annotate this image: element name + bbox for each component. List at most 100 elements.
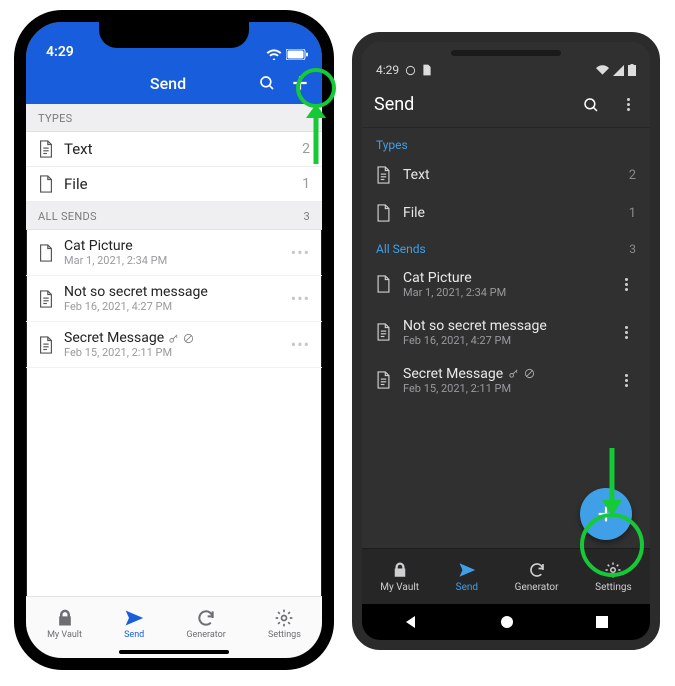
send-date: Mar 1, 2021, 2:34 PM [403,286,604,299]
section-count: 3 [629,242,636,256]
file-icon [376,275,391,293]
send-row[interactable]: Cat Picture Mar 1, 2021, 2:34 PM [362,260,650,308]
type-count: 1 [629,206,636,221]
send-name: Cat Picture [403,270,604,286]
section-header-all-sends: ALL SENDS 3 [26,202,322,230]
section-header-all-sends: All Sends 3 [362,232,650,260]
send-row[interactable]: Secret Message Feb 15, 2021, 2:11 PM ••• [26,322,322,368]
android-status-time: 4:29 [376,63,399,77]
page-title: Send [374,94,414,115]
tab-settings[interactable]: Settings [268,608,301,640]
more-button[interactable]: ••• [291,335,310,354]
plus-icon [595,503,617,525]
section-label: TYPES [38,112,72,125]
type-row-text[interactable]: Text 2 [26,132,322,167]
type-count: 1 [302,176,310,192]
tab-label: Generator [515,582,559,593]
more-button[interactable] [616,374,636,387]
send-texts: Cat Picture Mar 1, 2021, 2:34 PM [64,238,281,267]
send-name: Not so secret message [64,284,281,300]
add-button[interactable] [290,73,310,93]
plus-icon [290,73,310,93]
search-button[interactable] [258,74,276,92]
send-row[interactable]: Cat Picture Mar 1, 2021, 2:34 PM ••• [26,230,322,276]
type-row-text[interactable]: Text 2 [362,156,650,194]
notification-icon [422,64,432,76]
ios-header: Send [26,62,322,104]
send-name: Not so secret message [403,318,604,334]
file-icon [38,244,54,262]
android-status-bar: 4:29 [362,42,650,82]
tab-label: Send [124,630,144,640]
ios-notch [99,20,249,48]
send-date: Feb 16, 2021, 4:27 PM [403,334,604,347]
send-name: Secret Message [403,366,604,382]
battery-icon [628,64,636,76]
text-file-icon [38,336,54,354]
type-count: 2 [302,141,310,157]
type-label: File [403,205,617,221]
search-button[interactable] [582,96,600,114]
send-date: Feb 15, 2021, 2:11 PM [403,382,604,395]
tab-label: Send [456,582,478,593]
key-icon [508,368,519,379]
type-row-file[interactable]: File 1 [26,167,322,202]
dnd-icon [405,65,416,76]
type-count: 2 [629,168,636,183]
lock-icon [55,608,75,628]
tab-send[interactable]: Send [124,608,144,640]
send-row[interactable]: Not so secret message Feb 16, 2021, 4:27… [362,308,650,356]
type-row-file[interactable]: File 1 [362,194,650,232]
paper-plane-icon [124,608,144,628]
tab-label: My Vault [47,630,82,640]
more-button[interactable]: ••• [291,289,310,308]
section-label: ALL SENDS [38,210,97,223]
tab-label: Settings [595,582,632,593]
tab-label: My Vault [380,582,419,593]
signal-icon [613,65,624,76]
android-device: 4:29 Send Types [352,32,660,650]
type-label: Text [403,167,617,183]
android-nav-bar [362,604,650,640]
search-icon [582,96,600,114]
more-button[interactable]: ••• [291,243,310,262]
nav-recent-icon[interactable] [595,615,609,629]
send-row[interactable]: Not so secret message Feb 16, 2021, 4:27… [26,276,322,322]
overflow-menu-button[interactable] [618,98,638,111]
ios-status-time: 4:29 [46,44,74,60]
tab-generator[interactable]: Generator [186,608,225,640]
tab-settings[interactable]: Settings [595,561,632,593]
more-button[interactable] [616,278,636,291]
page-title: Send [78,74,258,93]
send-texts: Secret Message Feb 15, 2021, 2:11 PM [64,330,281,359]
text-file-icon [376,323,391,341]
file-icon [376,204,391,222]
key-icon [168,333,179,344]
search-icon [258,74,276,92]
more-button[interactable] [616,326,636,339]
tab-generator[interactable]: Generator [515,561,559,593]
send-name: Secret Message [64,330,281,346]
type-label: Text [64,140,292,158]
ios-device: 4:29 Send TYPES Text [14,10,334,670]
gear-icon [604,561,622,579]
wifi-icon [266,48,282,60]
tab-my-vault[interactable]: My Vault [47,608,82,640]
tab-label: Settings [268,630,301,640]
tab-label: Generator [186,630,225,640]
add-fab[interactable] [580,488,632,540]
android-speaker [451,50,561,56]
disabled-icon [183,333,194,344]
home-indicator [119,650,229,654]
disabled-icon [524,368,535,379]
paper-plane-icon [458,561,476,579]
tab-my-vault[interactable]: My Vault [380,561,419,593]
section-label: Types [376,138,408,152]
send-row[interactable]: Secret Message Feb 15, 2021, 2:11 PM [362,356,650,404]
nav-home-icon[interactable] [500,615,514,629]
send-texts: Not so secret message Feb 16, 2021, 4:27… [64,284,281,313]
refresh-icon [528,561,546,579]
nav-back-icon[interactable] [403,614,419,630]
tab-send[interactable]: Send [456,561,478,593]
wifi-icon [596,65,609,76]
